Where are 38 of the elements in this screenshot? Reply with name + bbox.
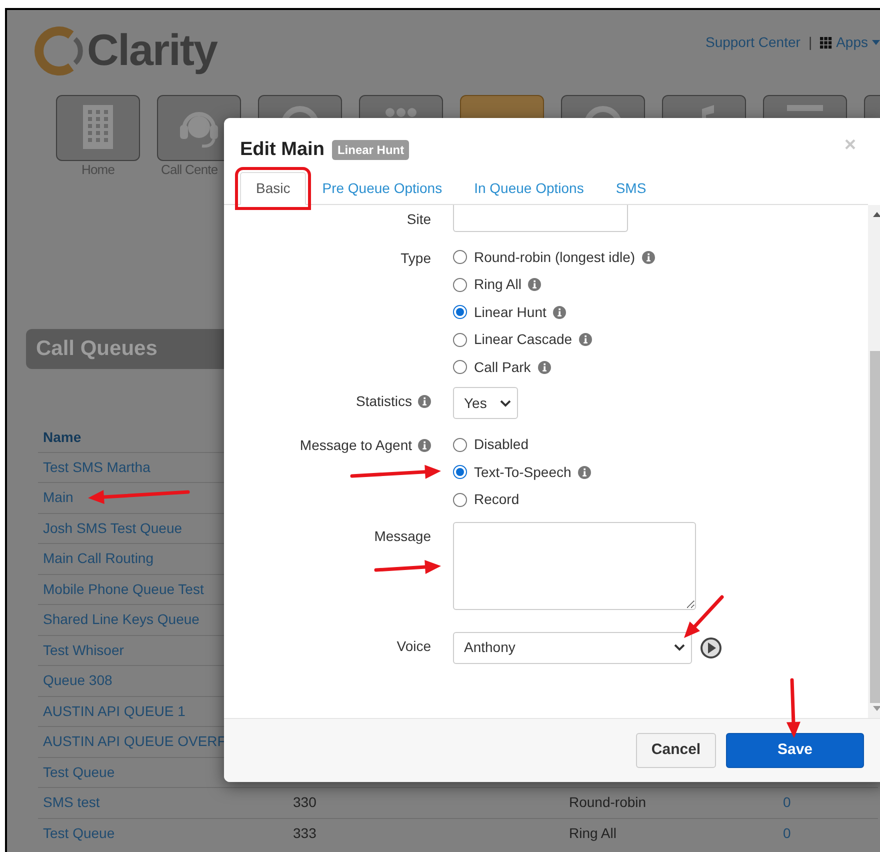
logo-text: Clarity: [87, 25, 217, 77]
radio-label: Linear Cascade: [474, 330, 572, 350]
radio-label: Text-To-Speech: [474, 462, 572, 482]
queue-name-link[interactable]: SMS test: [43, 792, 293, 814]
tab[interactable]: Pre Queue Options: [306, 172, 458, 204]
field-label: Message to Agent: [300, 436, 412, 455]
field-label: Message: [374, 526, 431, 546]
section-title: Call Queues: [36, 336, 158, 362]
count-link[interactable]: 0: [783, 792, 791, 814]
column-header: Name: [43, 428, 82, 447]
tab[interactable]: SMS: [600, 172, 662, 204]
count-link[interactable]: 0: [783, 822, 791, 844]
radio-label: Linear Hunt: [474, 302, 546, 322]
dropdown[interactable]: Yes: [453, 387, 518, 419]
tab[interactable]: In Queue Options: [458, 172, 600, 204]
table-cell-text: 333: [293, 824, 318, 843]
radio-label: Record: [474, 490, 520, 510]
support-center-link[interactable]: Support Center: [705, 32, 800, 53]
save-button[interactable]: Save: [726, 732, 864, 768]
radio-label: Disabled: [474, 435, 528, 454]
radio-label: Call Park: [474, 358, 531, 377]
field-label: Statistics: [356, 392, 412, 411]
table-cell-text: Ring All: [569, 824, 618, 843]
dropdown[interactable]: Anthony: [453, 632, 692, 664]
separator: |: [808, 33, 812, 52]
field-label: Voice: [396, 636, 431, 656]
radio-label: Round-robin (longest idle): [474, 248, 636, 267]
queue-name-link[interactable]: Test Queue: [43, 822, 293, 844]
table-cell-text: Round-robin: [569, 793, 648, 812]
field-label: Site: [406, 210, 431, 228]
table-cell-text: 330: [293, 793, 318, 812]
close-button[interactable]: ×: [844, 130, 856, 160]
radio-label: Ring All: [474, 275, 522, 294]
apps-menu[interactable]: Apps: [820, 32, 880, 53]
cancel-button[interactable]: Cancel: [636, 732, 716, 768]
dialog-title: Edit Main: [240, 138, 324, 162]
field-label: Type: [400, 248, 431, 268]
type-badge: Linear Hunt: [332, 140, 410, 160]
